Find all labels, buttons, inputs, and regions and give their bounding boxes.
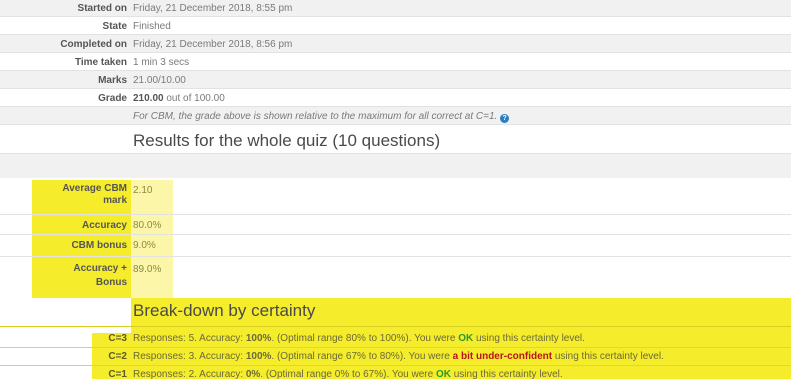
c1-text-part3: using this certainty level. <box>450 369 563 380</box>
c1-label: C=1 <box>108 369 127 380</box>
time-taken-value: 1 min 3 secs <box>133 57 190 68</box>
c2-text-part3: using this certainty level. <box>552 351 664 362</box>
accuracy-bonus-label-line2: Bonus <box>95 277 127 288</box>
completed-on-value: Friday, 21 December 2018, 8:56 pm <box>133 39 293 50</box>
cbm-note-text: For CBM, the grade above is shown relati… <box>133 111 498 122</box>
summary-row-state: State Finished <box>0 18 791 34</box>
cbm-bonus-label: CBM bonus <box>71 240 127 251</box>
c2-text-part2: . (Optimal range 67% to 80%). You were <box>271 351 453 362</box>
help-icon[interactable]: ? <box>500 114 510 123</box>
grade-out-of: out of 100.00 <box>163 93 225 104</box>
c1-text-part1: Responses: 2. Accuracy: <box>133 369 246 380</box>
c3-accuracy: 100% <box>245 333 272 344</box>
grade-label: Grade <box>98 93 127 104</box>
avg-cbm-label-line1: Average CBM <box>62 183 127 194</box>
avg-cbm-label-line2: mark <box>103 195 127 206</box>
c3-verdict: OK <box>458 333 474 344</box>
cbm-bonus-value: 9.0% <box>133 240 156 251</box>
c1-text-part2: . (Optimal range 0% to 67%). You were <box>260 369 436 380</box>
c3-text-part1: Responses: 5. Accuracy: <box>133 333 246 344</box>
whole-quiz-heading: Results for the whole quiz (10 questions… <box>133 131 441 150</box>
c1-accuracy: 0% <box>245 369 261 380</box>
c2-text: Responses: 3. Accuracy: 100%. (Optimal r… <box>133 351 664 362</box>
state-value: Finished <box>133 21 171 32</box>
accuracy-bonus-row: Accuracy + Bonus 89.0% <box>0 262 791 292</box>
cbm-note: For CBM, the grade above is shown relati… <box>133 111 510 123</box>
accuracy-label: Accuracy <box>81 220 127 231</box>
c1-text: Responses: 2. Accuracy: 0%. (Optimal ran… <box>133 369 563 380</box>
marks-label: Marks <box>98 75 127 86</box>
c2-label: C=2 <box>108 351 127 362</box>
c2-accuracy: 100% <box>245 351 272 362</box>
avg-cbm-label: Average CBM mark <box>0 183 127 207</box>
summary-row-time-taken: Time taken 1 min 3 secs <box>0 54 791 70</box>
grade-score: 210.00 <box>133 93 164 104</box>
c2-verdict: a bit under-confident <box>452 351 553 362</box>
avg-cbm-row: Average CBM mark 2.10 <box>0 183 791 213</box>
summary-row-marks: Marks 21.00/10.00 <box>0 72 791 88</box>
time-taken-label: Time taken <box>74 57 127 68</box>
accuracy-value: 80.0% <box>133 220 162 231</box>
accuracy-bonus-value: 89.0% <box>133 264 162 275</box>
summary-row-grade: Grade 210.00 out of 100.00 <box>0 90 791 106</box>
c3-text-part2: . (Optimal range 80% to 100%). You were <box>271 333 459 344</box>
c1-verdict: OK <box>435 369 451 380</box>
summary-row-started: Started on Friday, 21 December 2018, 8:5… <box>0 0 791 16</box>
marks-value: 21.00/10.00 <box>133 75 186 86</box>
breakdown-heading: Break-down by certainty <box>133 301 316 320</box>
grade-value: 210.00 out of 100.00 <box>133 93 225 104</box>
breakdown-row-c2: C=2 Responses: 3. Accuracy: 100%. (Optim… <box>0 351 791 365</box>
c2-text-part1: Responses: 3. Accuracy: <box>133 351 246 362</box>
accuracy-bonus-label: Accuracy + Bonus <box>0 262 127 290</box>
cbm-note-row: For CBM, the grade above is shown relati… <box>0 108 791 124</box>
started-on-label: Started on <box>77 3 127 14</box>
state-label: State <box>102 21 127 32</box>
summary-row-completed: Completed on Friday, 21 December 2018, 8… <box>0 36 791 52</box>
c3-text-part3: using this certainty level. <box>473 333 585 344</box>
c3-text: Responses: 5. Accuracy: 100%. (Optimal r… <box>133 333 585 344</box>
accuracy-bonus-label-line1: Accuracy + <box>73 263 127 274</box>
started-on-value: Friday, 21 December 2018, 8:55 pm <box>133 3 293 14</box>
breakdown-row-c1: C=1 Responses: 2. Accuracy: 0%. (Optimal… <box>0 369 791 383</box>
cbm-bonus-row: CBM bonus 9.0% <box>0 240 791 256</box>
breakdown-row-c3: C=3 Responses: 5. Accuracy: 100%. (Optim… <box>0 333 791 347</box>
completed-on-label: Completed on <box>60 39 127 50</box>
avg-cbm-value: 2.10 <box>133 185 153 196</box>
c3-label: C=3 <box>108 333 127 344</box>
